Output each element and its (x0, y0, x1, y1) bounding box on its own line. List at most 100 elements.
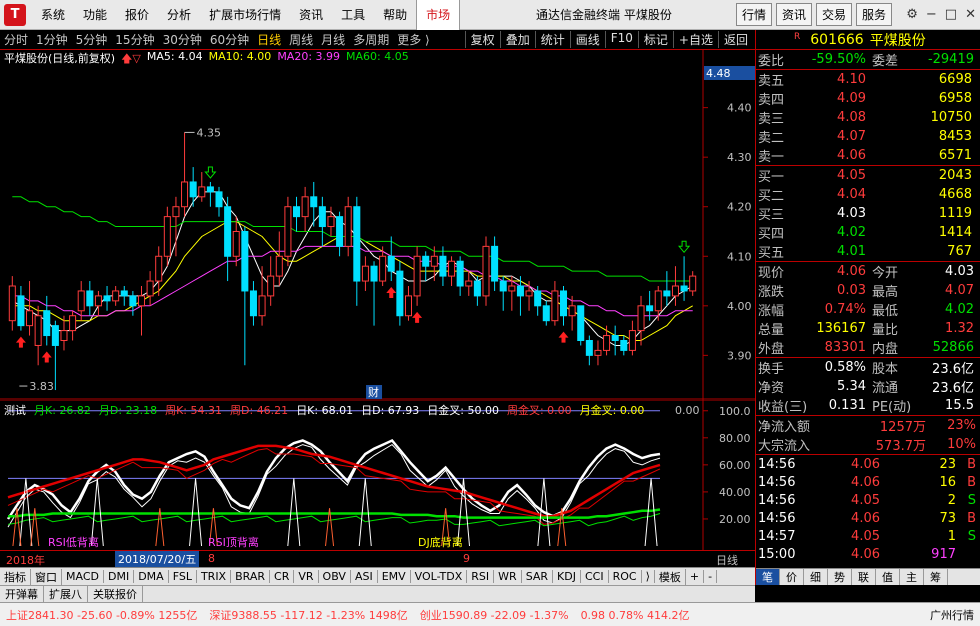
tab-template[interactable]: 模板 (655, 568, 686, 585)
menu-news[interactable]: 资讯 (290, 6, 332, 23)
tick-tab[interactable]: 势 (828, 569, 852, 585)
barrage-toggle[interactable]: 开弹幕 (0, 586, 44, 602)
tool-fuquan[interactable]: 复权 (464, 31, 500, 48)
tab-dmi[interactable]: DMI (104, 570, 135, 583)
menu-function[interactable]: 功能 (74, 6, 116, 23)
tab-vr[interactable]: VR (294, 570, 319, 583)
tab-more[interactable]: ⟩ (642, 570, 655, 583)
candle-body (448, 260, 456, 277)
sell-level-row[interactable]: 卖二 4.07 8453 (756, 127, 980, 146)
menu-quote[interactable]: 报价 (116, 6, 158, 23)
period-fenshi[interactable]: 分时 (0, 31, 32, 48)
menu-analysis[interactable]: 分析 (158, 6, 200, 23)
candle[interactable] (577, 305, 585, 346)
period-60min[interactable]: 60分钟 (206, 31, 253, 48)
related-quote-tab[interactable]: 关联报价 (88, 586, 143, 602)
weicha-label: 委差 (872, 54, 899, 69)
tab-brar[interactable]: BRAR (231, 570, 271, 583)
tab-remove[interactable]: - (704, 570, 718, 583)
tab-roc[interactable]: ROC (609, 570, 642, 583)
status-sh-index[interactable]: 上证2841.30 -25.60 -0.89% 1255亿 (0, 607, 203, 623)
tool-f10[interactable]: F10 (604, 31, 638, 48)
news-button[interactable]: 资讯 (775, 3, 812, 26)
menu-market[interactable]: 市场 (416, 0, 461, 30)
tab-sar[interactable]: SAR (522, 570, 554, 583)
sell-level-row[interactable]: 卖四 4.09 6958 (756, 89, 980, 108)
stat-value: 0.131 (828, 398, 866, 413)
status-cy-index[interactable]: 创业1590.89 -22.09 -1.37% (414, 607, 575, 623)
tab-kdj[interactable]: KDJ (553, 570, 581, 583)
tool-overlay[interactable]: 叠加 (499, 31, 535, 48)
status-region[interactable]: 广州行情 (924, 607, 980, 623)
tab-window[interactable]: 窗口 (31, 568, 62, 585)
ext-eight-tab[interactable]: 扩展八 (44, 586, 88, 602)
tool-mark[interactable]: 标记 (637, 31, 673, 48)
tab-cci[interactable]: CCI (581, 570, 609, 583)
period-more[interactable]: 更多 ⟩ (393, 31, 434, 48)
month-k: 月K: 26.82 (34, 404, 91, 417)
period-1min[interactable]: 1分钟 (32, 31, 72, 48)
buy-level-row[interactable]: 买四 4.02 1414 (756, 223, 980, 242)
tool-draw[interactable]: 画线 (569, 31, 605, 48)
tick-tab[interactable]: 细 (804, 569, 828, 585)
buy-level-row[interactable]: 买五 4.01 767 (756, 242, 980, 261)
sell-level-row[interactable]: 卖一 4.06 6571 (756, 146, 980, 165)
sell-level-row[interactable]: 卖三 4.08 10750 (756, 108, 980, 127)
period-multi[interactable]: 多周期 (349, 31, 393, 48)
tab-rsi[interactable]: RSI (467, 570, 495, 583)
period-15min[interactable]: 15分钟 (111, 31, 158, 48)
trade-button[interactable]: 交易 (815, 3, 852, 26)
maximize-icon[interactable]: □ (945, 7, 957, 22)
tick-tab[interactable]: 联 (852, 569, 876, 585)
period-month[interactable]: 月线 (317, 31, 349, 48)
tab-macd[interactable]: MACD (62, 570, 104, 583)
tick-tab[interactable]: 价 (780, 569, 804, 585)
buy-volume: 767 (947, 244, 972, 259)
tab-asi[interactable]: ASI (351, 570, 378, 583)
period-30min[interactable]: 30分钟 (159, 31, 206, 48)
tab-trix[interactable]: TRIX (197, 570, 232, 583)
candle[interactable] (482, 236, 490, 306)
candlestick-chart[interactable]: 4.40 4.30 4.20 4.10 4.00 3.90 4.48 4.35 3.83 财 (0, 50, 755, 400)
tab-wr[interactable]: WR (494, 570, 522, 583)
tool-back[interactable]: 返回 (717, 31, 753, 48)
menu-system[interactable]: 系统 (32, 6, 74, 23)
y-tick-label: 4.20 (727, 201, 752, 214)
close-icon[interactable]: ✕ (965, 7, 976, 22)
service-button[interactable]: 服务 (855, 3, 892, 26)
candle[interactable] (284, 196, 292, 267)
stock-code: 601666 (810, 31, 864, 48)
buy-level-row[interactable]: 买二 4.04 4668 (756, 185, 980, 204)
stat-row: 现价 4.06 今开 4.03 (756, 262, 980, 281)
period-day[interactable]: 日线 (253, 31, 285, 48)
candle-body (491, 245, 499, 282)
menu-tools[interactable]: 工具 (332, 6, 374, 23)
tab-fsl[interactable]: FSL (169, 570, 197, 583)
period-5min[interactable]: 5分钟 (72, 31, 112, 48)
quote-button[interactable]: 行情 (735, 3, 772, 26)
tick-tab[interactable]: 筹 (924, 569, 948, 585)
tab-cr[interactable]: CR (270, 570, 295, 583)
buy-level-row[interactable]: 买三 4.03 1119 (756, 204, 980, 223)
indicator-chart[interactable]: 100.0 80.00 60.00 40.00 20.00 0.00 RSI低背离 RSI顶背… (0, 400, 755, 550)
minimize-icon[interactable]: − (926, 7, 937, 22)
tick-tab[interactable]: 笔 (756, 569, 780, 585)
candle[interactable] (396, 261, 404, 326)
tab-vol-tdx[interactable]: VOL-TDX (411, 570, 468, 583)
status-sz-index[interactable]: 深证9388.55 -117.12 -1.23% 1498亿 (203, 607, 413, 623)
tool-stats[interactable]: 统计 (534, 31, 570, 48)
period-week[interactable]: 周线 (285, 31, 317, 48)
tab-add[interactable]: + (686, 570, 705, 583)
tab-dma[interactable]: DMA (134, 570, 169, 583)
sell-level-row[interactable]: 卖五 4.10 6698 (756, 70, 980, 89)
tab-obv[interactable]: OBV (319, 570, 351, 583)
tool-add-watch[interactable]: +自选 (672, 31, 718, 48)
settings-icon[interactable]: ⚙ (906, 7, 918, 22)
tab-indicator[interactable]: 指标 (0, 568, 31, 585)
tick-tab[interactable]: 值 (876, 569, 900, 585)
tab-emv[interactable]: EMV (378, 570, 411, 583)
menu-ext-market[interactable]: 扩展市场行情 (200, 6, 290, 23)
tick-tab[interactable]: 主 (900, 569, 924, 585)
menu-help[interactable]: 帮助 (374, 6, 416, 23)
buy-level-row[interactable]: 买一 4.05 2043 (756, 166, 980, 185)
